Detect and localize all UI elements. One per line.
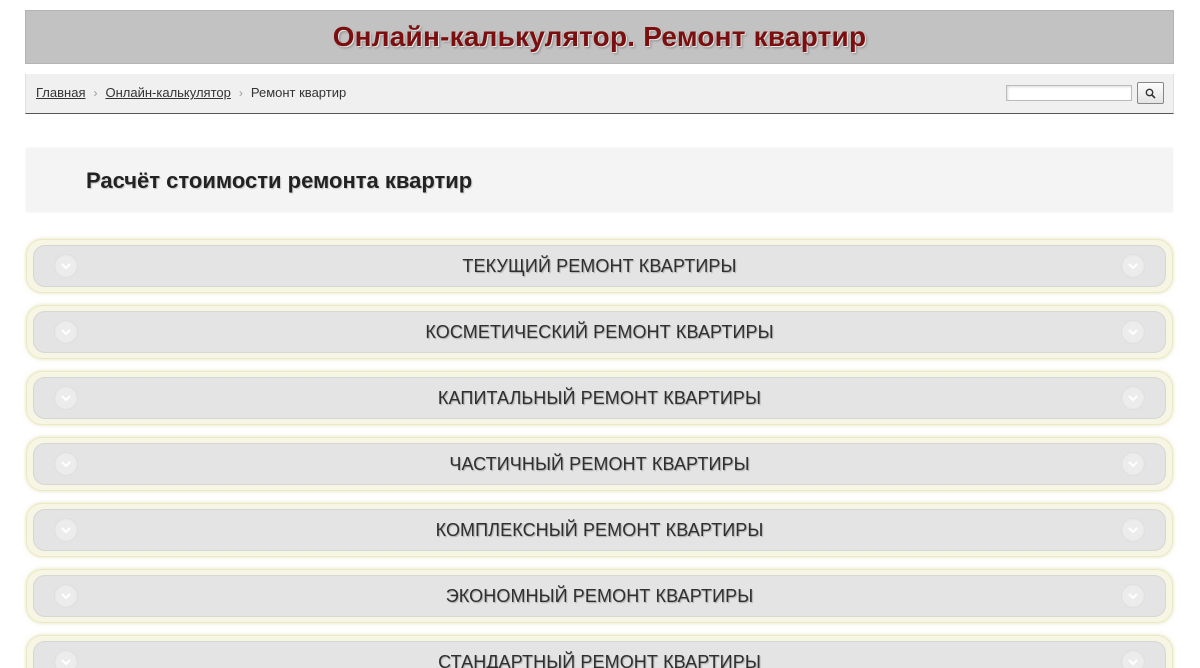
- section-title: Расчёт стоимости ремонта квартир: [86, 168, 473, 193]
- accordion-label: КОМПЛЕКСНЫЙ РЕМОНТ КВАРТИРЫ: [435, 519, 764, 540]
- accordion-item-current-repair[interactable]: ТЕКУЩИЙ РЕМОНТ КВАРТИРЫ: [26, 239, 1173, 293]
- accordion-label: КАПИТАЛЬНЫЙ РЕМОНТ КВАРТИРЫ: [437, 387, 762, 408]
- chevron-down-icon: [54, 650, 78, 668]
- section-title-box: Расчёт стоимости ремонта квартир: [26, 148, 1173, 212]
- page: Онлайн-калькулятор. Ремонт квартир Главн…: [0, 0, 1200, 668]
- search-icon: [1145, 88, 1156, 99]
- chevron-down-icon: [1121, 386, 1145, 410]
- accordion-header[interactable]: СТАНДАРТНЫЙ РЕМОНТ КВАРТИРЫ: [33, 641, 1166, 668]
- accordion-label: ЭКОНОМНЫЙ РЕМОНТ КВАРТИРЫ: [445, 585, 754, 606]
- toolbar: Главная › Онлайн-калькулятор › Ремонт кв…: [25, 74, 1174, 114]
- chevron-down-icon: [1121, 452, 1145, 476]
- accordion-item-cosmetic-repair[interactable]: КОСМЕТИЧЕСКИЙ РЕМОНТ КВАРТИРЫ: [26, 305, 1173, 359]
- accordion-header[interactable]: КОСМЕТИЧЕСКИЙ РЕМОНТ КВАРТИРЫ: [33, 311, 1166, 353]
- accordion-item-standard-repair[interactable]: СТАНДАРТНЫЙ РЕМОНТ КВАРТИРЫ: [26, 635, 1173, 668]
- accordion-label: СТАНДАРТНЫЙ РЕМОНТ КВАРТИРЫ: [438, 651, 761, 668]
- breadcrumb: Главная › Онлайн-калькулятор › Ремонт кв…: [36, 85, 346, 100]
- accordion-item-capital-repair[interactable]: КАПИТАЛЬНЫЙ РЕМОНТ КВАРТИРЫ: [26, 371, 1173, 425]
- accordion-label: ЧАСТИЧНЫЙ РЕМОНТ КВАРТИРЫ: [449, 453, 750, 474]
- accordion-header[interactable]: КАПИТАЛЬНЫЙ РЕМОНТ КВАРТИРЫ: [33, 377, 1166, 419]
- accordion-header[interactable]: КОМПЛЕКСНЫЙ РЕМОНТ КВАРТИРЫ: [33, 509, 1166, 551]
- chevron-down-icon: [1121, 584, 1145, 608]
- accordion-item-complex-repair[interactable]: КОМПЛЕКСНЫЙ РЕМОНТ КВАРТИРЫ: [26, 503, 1173, 557]
- breadcrumb-calculator-link[interactable]: Онлайн-калькулятор: [105, 85, 230, 100]
- accordion-header[interactable]: ЭКОНОМНЫЙ РЕМОНТ КВАРТИРЫ: [33, 575, 1166, 617]
- breadcrumb-home-link[interactable]: Главная: [36, 85, 85, 100]
- chevron-down-icon: [54, 320, 78, 344]
- site-title: Онлайн-калькулятор. Ремонт квартир: [332, 21, 867, 52]
- accordion-item-economy-repair[interactable]: ЭКОНОМНЫЙ РЕМОНТ КВАРТИРЫ: [26, 569, 1173, 623]
- accordion-label: ТЕКУЩИЙ РЕМОНТ КВАРТИРЫ: [462, 255, 737, 276]
- accordion-label: КОСМЕТИЧЕСКИЙ РЕМОНТ КВАРТИРЫ: [425, 321, 774, 342]
- chevron-down-icon: [54, 254, 78, 278]
- chevron-down-icon: [1121, 518, 1145, 542]
- accordion-header[interactable]: ТЕКУЩИЙ РЕМОНТ КВАРТИРЫ: [33, 245, 1166, 287]
- breadcrumb-current: Ремонт квартир: [250, 85, 347, 100]
- accordion-item-partial-repair[interactable]: ЧАСТИЧНЫЙ РЕМОНТ КВАРТИРЫ: [26, 437, 1173, 491]
- chevron-down-icon: [54, 452, 78, 476]
- search-input[interactable]: [1006, 85, 1132, 101]
- site-header: Онлайн-калькулятор. Ремонт квартир: [25, 10, 1174, 64]
- breadcrumb-separator-icon: ›: [93, 85, 98, 100]
- chevron-down-icon: [1121, 320, 1145, 344]
- chevron-down-icon: [1121, 254, 1145, 278]
- chevron-down-icon: [54, 518, 78, 542]
- chevron-down-icon: [54, 386, 78, 410]
- chevron-down-icon: [1121, 650, 1145, 668]
- chevron-down-icon: [54, 584, 78, 608]
- accordion-header[interactable]: ЧАСТИЧНЫЙ РЕМОНТ КВАРТИРЫ: [33, 443, 1166, 485]
- breadcrumb-separator-icon: ›: [238, 85, 243, 100]
- search-button[interactable]: [1137, 82, 1164, 104]
